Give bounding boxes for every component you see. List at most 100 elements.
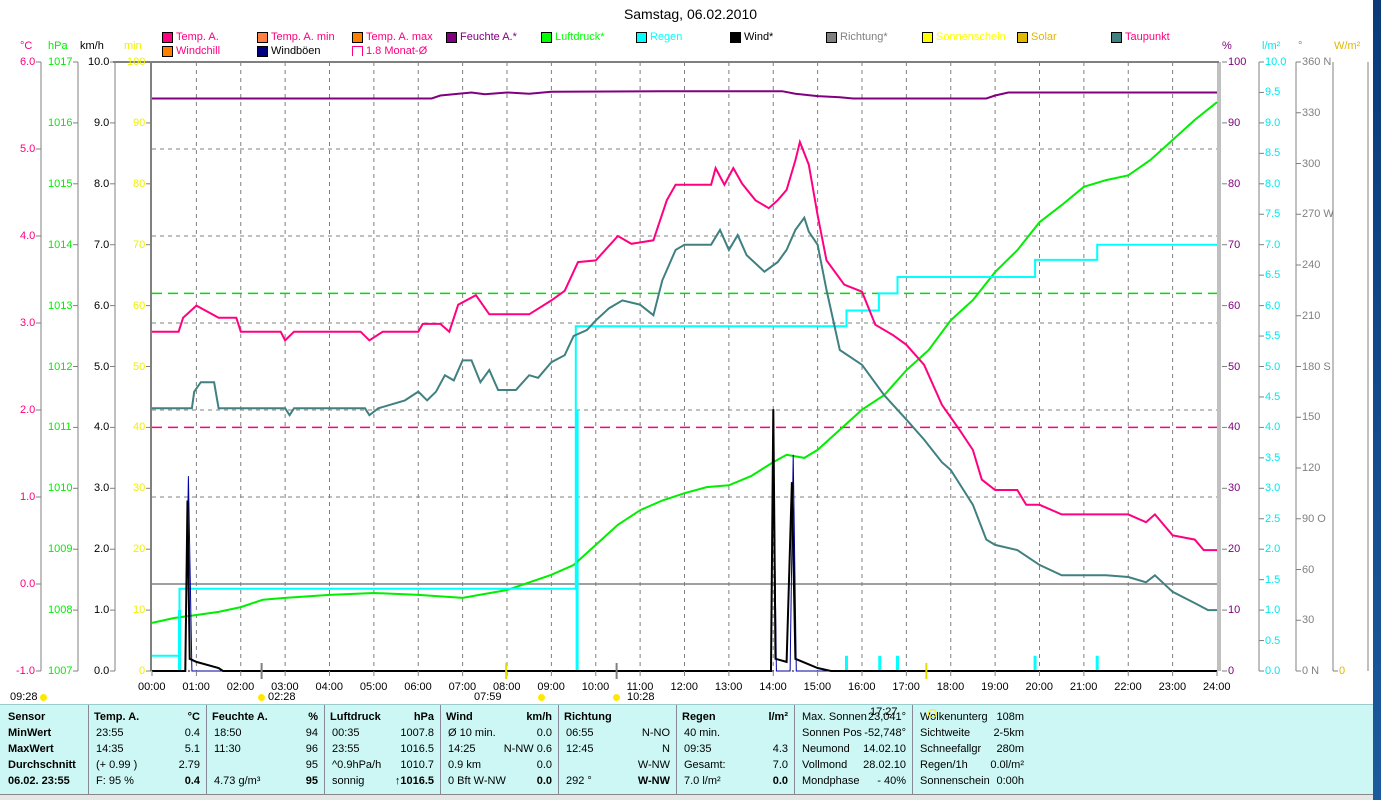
rain-tick-label: 9.0: [1265, 116, 1281, 129]
min-tick-label: 60: [133, 299, 146, 312]
rain-tick-label: 4.0: [1265, 421, 1281, 434]
hum-tick-label: 60: [1228, 299, 1241, 312]
x-tick-label: 02:00: [226, 681, 255, 693]
legend-item: Feuchte A.*: [446, 31, 517, 43]
press-value: ↑1016.5: [394, 775, 434, 787]
dir-tick-label: 180 S: [1302, 360, 1331, 373]
astro-column: Max. Sonnen 23,041° Sonnen Pos -52,748° Neum…: [794, 705, 913, 795]
legend-item: 1.8 Monat-Ø: [352, 45, 427, 57]
rain-bar: [1095, 655, 1099, 671]
wind-tick-label: 9.0: [94, 116, 110, 129]
x-tick-label: 09:00: [537, 681, 565, 693]
astro-value: 28.02.10: [863, 759, 906, 771]
dir-tick-label: 30: [1302, 614, 1315, 627]
legend-item: Taupunkt: [1111, 31, 1170, 43]
weather-day-chart-window: Samstag, 06.02.2010 Sensor MinWert MaxWert…: [0, 0, 1381, 800]
min-tick-label: 50: [133, 360, 146, 373]
wind-tick-label: 3.0: [94, 482, 110, 495]
min-tick-label: 10: [133, 604, 146, 617]
dir-value: N-NO: [641, 727, 670, 739]
row-header: Durchschnitt: [8, 759, 76, 771]
temp-unit-label: °C: [20, 40, 33, 52]
press-value: 1007.8: [400, 727, 434, 739]
press-tick-label: 1015: [48, 177, 73, 190]
temp-value: 2.79: [178, 759, 200, 771]
press-tick-label: 1008: [48, 604, 73, 617]
misc-value: 0.0l/m²: [990, 759, 1024, 771]
x-tick-label: 18:00: [936, 681, 965, 693]
rain-tick-label: 8.5: [1265, 147, 1281, 160]
legend-swatch-icon: [1111, 31, 1122, 43]
rain-tick-label: 1.0: [1265, 604, 1281, 617]
legend-swatch-icon: [636, 31, 647, 43]
min-tick-label: 100: [127, 56, 146, 68]
x-tick-label: 19:00: [981, 681, 1009, 693]
min-tick-label: 70: [133, 238, 146, 251]
legend-label: Temp. A. max: [366, 31, 433, 43]
astro-value: -52,748°: [864, 727, 906, 739]
hum-tick-label: 100: [1228, 56, 1247, 68]
wind-value: 0.0: [536, 759, 552, 771]
wind-tick-label: 6.0: [94, 299, 110, 312]
x-tick-label: 10:00: [581, 681, 610, 693]
wind-tick-label: 0.0: [94, 665, 110, 677]
x-tick-label: 04:00: [315, 681, 344, 693]
x-tick-label: 17:00: [892, 681, 920, 693]
x-tick-label: 12:00: [670, 681, 699, 693]
dir-tick-label: 210: [1302, 309, 1321, 322]
temp-tick-label: 4.0: [20, 230, 36, 242]
rain-tick-label: 0.0: [1265, 665, 1281, 677]
hum-tick-label: 0: [1228, 665, 1235, 677]
dir-tick-label: 300: [1302, 157, 1321, 170]
wind-value: 0.0: [536, 775, 552, 787]
wind-tick-label: 4.0: [94, 421, 110, 434]
rain-tick-label: 9.5: [1265, 86, 1281, 99]
rain-tick-label: 4.5: [1265, 390, 1281, 403]
hum-tick-label: 20: [1228, 543, 1241, 556]
hum-value: 96: [305, 743, 318, 755]
rain-bar: [878, 655, 882, 671]
wind-tick-label: 5.0: [94, 360, 110, 373]
rain-tick-label: 7.0: [1265, 238, 1281, 251]
legend-item: Sonnenschein: [922, 31, 1006, 43]
min-tick-label: 30: [133, 482, 146, 495]
temp-value: 5.1: [184, 743, 200, 755]
x-tick-label: 16:00: [848, 681, 876, 693]
moon-icon: [40, 694, 47, 701]
press-tick-label: 1009: [48, 543, 73, 556]
legend-swatch-icon: [162, 45, 173, 57]
row-header: Sensor: [8, 711, 46, 723]
rain-tick-label: 5.0: [1265, 360, 1281, 373]
legend-swatch-icon: [257, 31, 268, 43]
legend-label: Temp. A. min: [271, 31, 335, 43]
dir-tick-label: 360 N: [1302, 56, 1332, 68]
x-tick-label: 00:00: [138, 681, 166, 693]
dir-tick-label: 60: [1302, 563, 1315, 576]
dir-tick-label: 90 O: [1302, 512, 1326, 525]
x-tick-label: 01:00: [182, 681, 210, 693]
solar-unit-label: W/m²: [1334, 40, 1361, 52]
row-header: MaxWert: [8, 743, 54, 755]
misc-column: Wolkenunterg 108m Sichtweite 2-5km Schneefal…: [912, 705, 1030, 795]
legend-swatch-icon: [257, 45, 268, 57]
temp-tick-label: 3.0: [20, 317, 36, 329]
legend-item: Temp. A. max: [352, 31, 433, 43]
rain-tick-label: 6.0: [1265, 299, 1281, 312]
hum-unit-label: %: [1222, 40, 1232, 52]
legend-swatch-icon: [446, 31, 457, 43]
rain-tick-label: 8.0: [1265, 177, 1281, 190]
wind-column: Wind km/h Ø 10 min. 0.0 14:25 N-NW 0.6 0.9 km 0…: [440, 705, 559, 795]
legend-item: Windböen: [257, 45, 321, 57]
rain-tick-label: 2.5: [1265, 512, 1281, 525]
temp-tick-label: 2.0: [20, 404, 36, 416]
hum-tick-label: 80: [1228, 177, 1241, 190]
legend-label: Windchill: [176, 45, 221, 57]
wind-value: 0.0: [536, 727, 552, 739]
hum-tick-label: 90: [1228, 116, 1241, 129]
x-tick-label: 24:00: [1203, 681, 1231, 693]
astro-time-label: 09:28: [10, 691, 38, 703]
window-edge: [1373, 0, 1381, 800]
hum-column: Feuchte A.% 18:50 94 11:30 96 95 4.73 g/m³ 95: [206, 705, 325, 795]
min-tick-label: 0: [139, 665, 146, 677]
legend-label: Regen: [650, 31, 683, 43]
